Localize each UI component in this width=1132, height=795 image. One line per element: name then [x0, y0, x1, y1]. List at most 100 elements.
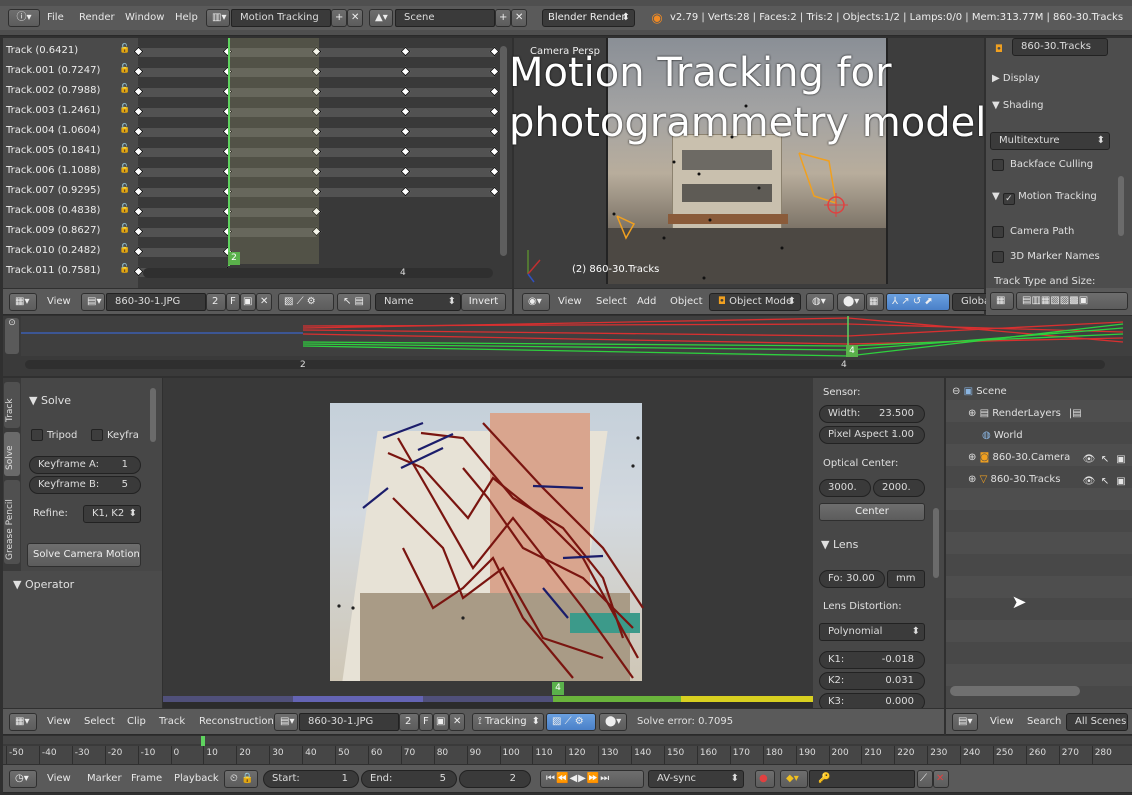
operator-panel-header[interactable]: ▼ Operator [13, 578, 74, 591]
layers-icon[interactable]: ▦ [866, 293, 884, 311]
screen-layout-icon[interactable]: ▥▾ [206, 9, 230, 27]
editor-type-icon[interactable]: ▦▾ [9, 293, 37, 311]
k2-field[interactable]: K2: 0.031 [819, 672, 925, 690]
lock-icon[interactable]: 🔓 [119, 264, 130, 274]
editor-type-icon[interactable]: ◷▾ [9, 770, 37, 788]
lock-icon[interactable]: 🔓 [119, 244, 130, 254]
solve-camera-motion-button[interactable]: Solve Camera Motion [27, 543, 141, 567]
clip-editor[interactable]: 4 [163, 378, 813, 708]
tab-solve[interactable]: Solve [4, 432, 20, 476]
mode-toggle-icon[interactable]: ▨ ⟋ ⚙ [278, 293, 334, 311]
menu-view[interactable]: View [47, 291, 71, 313]
menu-search[interactable]: Search [1027, 711, 1061, 733]
menu-view[interactable]: View [558, 291, 582, 313]
select-toggle-icon[interactable]: ↖ ▤ [337, 293, 371, 311]
menu-render[interactable]: Render [79, 7, 115, 29]
tab-track[interactable]: Track [4, 382, 20, 428]
editor-type-icon[interactable]: ▤▾ [952, 713, 978, 731]
preview-range-icon[interactable]: ⏲ 🔒 [224, 770, 258, 788]
optical-center-x-field[interactable]: 3000. [819, 479, 871, 497]
add-scene-icon[interactable]: + [495, 9, 511, 27]
remove-layout-icon[interactable]: ✕ [347, 9, 363, 27]
close-clip-icon[interactable]: ✕ [256, 293, 272, 311]
menu-view[interactable]: View [990, 711, 1014, 733]
lens-panel-header[interactable]: ▼ Lens [821, 538, 858, 551]
tripod-checkbox[interactable] [31, 429, 43, 441]
camera-props-scrollbar[interactable] [933, 508, 939, 578]
scene-field[interactable]: Scene [395, 9, 495, 27]
marker-names-checkbox[interactable] [992, 251, 1004, 263]
refine-select[interactable]: K1, K2 ⬍ [83, 505, 141, 523]
lock-icon[interactable]: 🔓 [119, 64, 130, 74]
shading-select-icon[interactable]: ◍▾ [806, 293, 834, 311]
optical-center-y-field[interactable]: 2000. [873, 479, 925, 497]
lock-icon[interactable]: 🔓 [119, 184, 130, 194]
fake-user-button[interactable]: F [419, 713, 433, 731]
dopesheet-vscroll[interactable] [500, 46, 507, 256]
outliner-item-scene[interactable]: ⊖ ▣ Scene [952, 386, 1007, 397]
lock-icon[interactable]: 🔓 [119, 164, 130, 174]
view-mode-icons[interactable]: ▨ ⟋ ⚙ [546, 713, 596, 731]
properties-scrollbar[interactable] [1118, 176, 1124, 236]
backface-culling-checkbox[interactable] [992, 159, 1004, 171]
record-icon[interactable]: ● [755, 770, 775, 788]
manipulator-icon[interactable]: ⅄ ↗ ↺ ⬈ [886, 293, 950, 311]
menu-help[interactable]: Help [175, 7, 198, 29]
menu-frame[interactable]: Frame [131, 768, 162, 790]
dopesheet-scrollbar[interactable] [143, 268, 493, 278]
sort-method-select[interactable]: Name ⬍ [375, 293, 461, 311]
menu-object[interactable]: Object [670, 291, 703, 313]
motion-tracking-panel-header[interactable]: ▼ ✓ Motion Tracking [992, 191, 1097, 205]
delete-keyframe-icon[interactable]: ✕ [933, 770, 949, 788]
texture-mode-select[interactable]: Multitexture ⬍ [990, 132, 1110, 150]
end-frame-field[interactable]: End: 5 [361, 770, 457, 788]
properties-tab-row[interactable]: ▤▥▦▧▨▩▣ [1016, 292, 1128, 310]
pivot-icon[interactable]: ⬤▾ [837, 293, 865, 311]
start-frame-field[interactable]: Start: 1 [263, 770, 359, 788]
clip-name-field[interactable]: 860-30-1.JPG [106, 293, 206, 311]
graph-scrollbar[interactable] [25, 360, 1105, 369]
menu-reconstruction[interactable]: Reconstruction [199, 711, 274, 733]
solve-panel-header[interactable]: ▼ Solve [29, 394, 71, 407]
properties-editor-type-icon[interactable]: ▦ [990, 292, 1014, 310]
timeline-ruler[interactable]: -50 -40 -30 -20 -10 0 10 20 30 40 50 60 70 80 90 100 110… [3, 736, 1132, 764]
select-arrow-icon[interactable]: ↖ [1098, 474, 1112, 488]
insert-keyframe-icon[interactable]: ⟋ [917, 770, 933, 788]
lock-icon[interactable]: 🔓 [119, 224, 130, 234]
menu-window[interactable]: Window [125, 7, 164, 29]
center-button[interactable]: Center [819, 503, 925, 521]
shading-panel-header[interactable]: ▼ Shading [992, 100, 1044, 111]
scene-icon[interactable]: ▲▾ [369, 9, 393, 27]
fake-user-button[interactable]: F [226, 293, 240, 311]
focal-length-field[interactable]: Fo: 30.00 [819, 570, 885, 588]
display-panel-header[interactable]: ▶ Display [992, 73, 1040, 84]
render-camera-icon[interactable]: ▣ [1114, 452, 1128, 466]
lock-icon[interactable]: 🔓 [119, 124, 130, 134]
keyframe-b-field[interactable]: Keyframe B: 5 [29, 476, 141, 494]
render-camera-icon[interactable]: ▣ [1114, 474, 1128, 488]
pivot-icon[interactable]: ⬤▾ [599, 713, 627, 731]
visibility-eye-icon[interactable]: 👁 [1082, 452, 1096, 466]
menu-select[interactable]: Select [84, 711, 115, 733]
editor-type-icon[interactable]: ▦▾ [9, 713, 37, 731]
sync-mode-select[interactable]: AV-sync ⬍ [648, 770, 744, 788]
tracking-mode-select[interactable]: ⟟ Tracking ⬍ [472, 713, 544, 731]
camera-path-checkbox[interactable] [992, 226, 1004, 238]
k3-field[interactable]: K3: 0.000 [819, 693, 925, 708]
menu-add[interactable]: Add [637, 291, 656, 313]
open-folder-icon[interactable]: ▣ [433, 713, 449, 731]
tab-grease-pencil[interactable]: Grease Pencil [4, 480, 20, 564]
object-mode-select[interactable]: ◘ Object Mode ⬍ [709, 293, 801, 311]
open-folder-icon[interactable]: ▣ [240, 293, 256, 311]
menu-select[interactable]: Select [596, 291, 627, 313]
pixel-aspect-field[interactable]: Pixel Aspect :1.00 [819, 426, 925, 444]
menu-file[interactable]: File [47, 7, 64, 29]
screen-layout-field[interactable]: Motion Tracking [231, 9, 331, 27]
clip-name-field[interactable]: 860-30-1.JPG [299, 713, 399, 731]
k1-field[interactable]: K1: -0.018 [819, 651, 925, 669]
lock-icon[interactable]: 🔓 [119, 204, 130, 214]
sensor-width-field[interactable]: Width: 23.500 [819, 405, 925, 423]
lock-icon[interactable]: 🔓 [119, 44, 130, 54]
menu-marker[interactable]: Marker [87, 768, 122, 790]
outliner-scrollbar[interactable] [950, 686, 1080, 696]
